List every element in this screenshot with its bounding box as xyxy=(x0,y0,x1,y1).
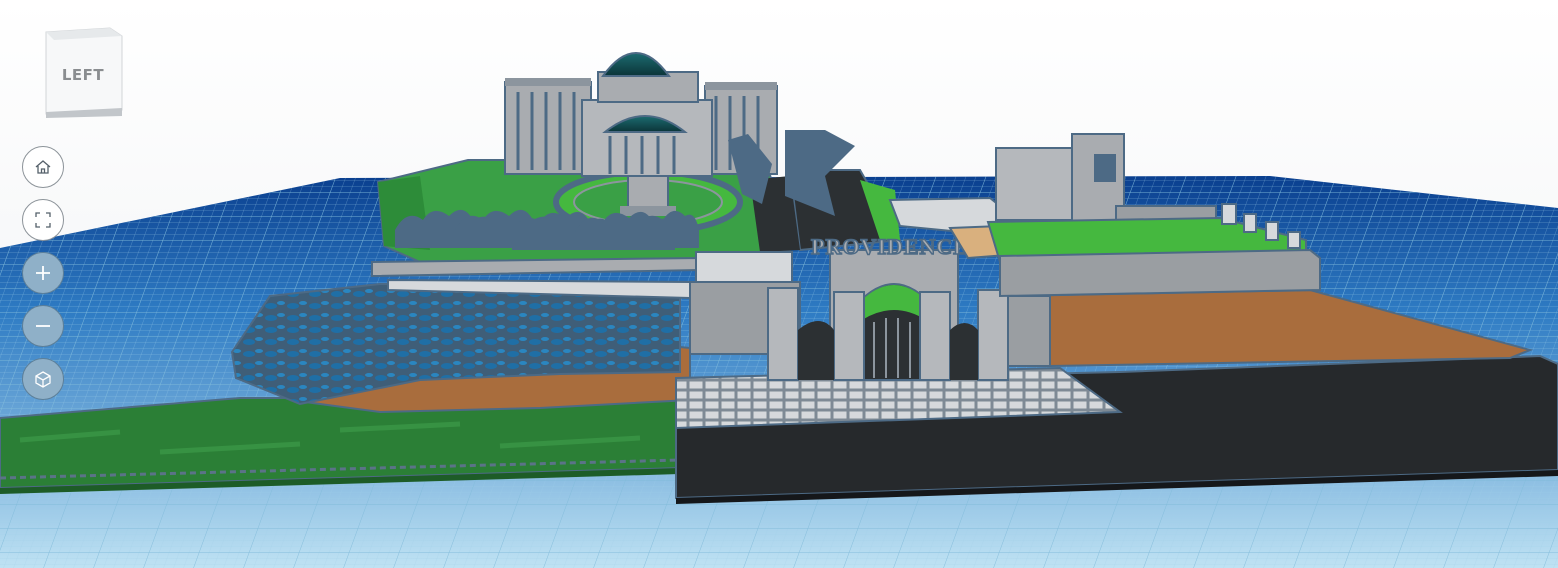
workplane-3d-scene[interactable]: PROVIDENCE xyxy=(0,0,1558,568)
zoom-out-button[interactable] xyxy=(22,305,64,347)
fit-frame-icon xyxy=(35,212,51,228)
fit-view-button[interactable] xyxy=(22,199,64,241)
home-icon xyxy=(35,160,51,174)
plus-icon xyxy=(36,266,50,280)
perspective-toggle-button[interactable] xyxy=(22,358,64,400)
view-cube-icon xyxy=(45,27,123,118)
zoom-in-button[interactable] xyxy=(22,252,64,294)
cube-perspective-icon xyxy=(35,371,51,388)
home-view-button[interactable] xyxy=(22,146,64,188)
minus-icon xyxy=(36,325,50,327)
gate-sign-text: PROVIDENCE xyxy=(811,234,969,259)
view-cube[interactable]: LEFT xyxy=(40,26,126,118)
